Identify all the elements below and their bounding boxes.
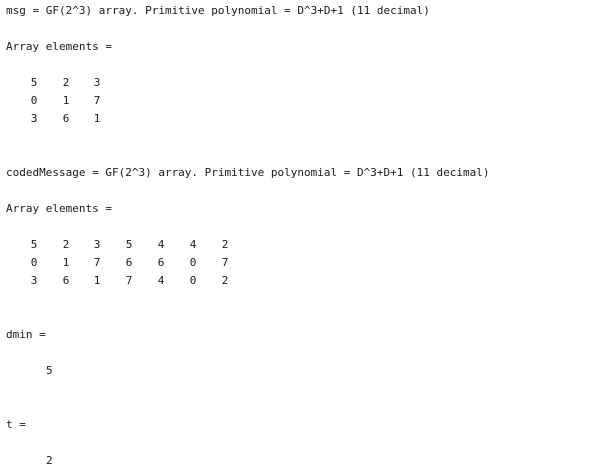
dmin-label: dmin = (6, 328, 46, 341)
coded-cell: 5 (30, 238, 38, 251)
coded-cell: 6 (125, 256, 133, 269)
coded-message-elements-label: Array elements = (6, 202, 112, 215)
msg-elements-label: Array elements = (6, 40, 112, 53)
dmin-value: 5 (46, 364, 53, 377)
msg-cell: 7 (93, 94, 101, 107)
coded-cell: 7 (93, 256, 101, 269)
coded-cell: 2 (221, 274, 229, 287)
coded-cell: 6 (62, 274, 70, 287)
coded-cell: 1 (62, 256, 70, 269)
coded-cell: 0 (189, 274, 197, 287)
coded-cell: 4 (157, 274, 165, 287)
msg-cell: 2 (62, 76, 70, 89)
coded-cell: 3 (30, 274, 38, 287)
msg-header: msg = GF(2^3) array. Primitive polynomia… (6, 4, 430, 17)
coded-cell: 4 (189, 238, 197, 251)
t-value: 2 (46, 454, 53, 467)
msg-cell: 1 (93, 112, 101, 125)
coded-cell: 2 (62, 238, 70, 251)
msg-cell: 1 (62, 94, 70, 107)
msg-cell: 5 (30, 76, 38, 89)
coded-message-header: codedMessage = GF(2^3) array. Primitive … (6, 166, 490, 179)
coded-cell: 1 (93, 274, 101, 287)
coded-cell: 7 (125, 274, 133, 287)
coded-cell: 5 (125, 238, 133, 251)
msg-cell: 3 (93, 76, 101, 89)
coded-cell: 0 (189, 256, 197, 269)
msg-cell: 6 (62, 112, 70, 125)
coded-cell: 7 (221, 256, 229, 269)
msg-cell: 3 (30, 112, 38, 125)
coded-cell: 2 (221, 238, 229, 251)
coded-cell: 4 (157, 238, 165, 251)
coded-cell: 3 (93, 238, 101, 251)
coded-cell: 6 (157, 256, 165, 269)
t-label: t = (6, 418, 26, 431)
coded-cell: 0 (30, 256, 38, 269)
msg-cell: 0 (30, 94, 38, 107)
